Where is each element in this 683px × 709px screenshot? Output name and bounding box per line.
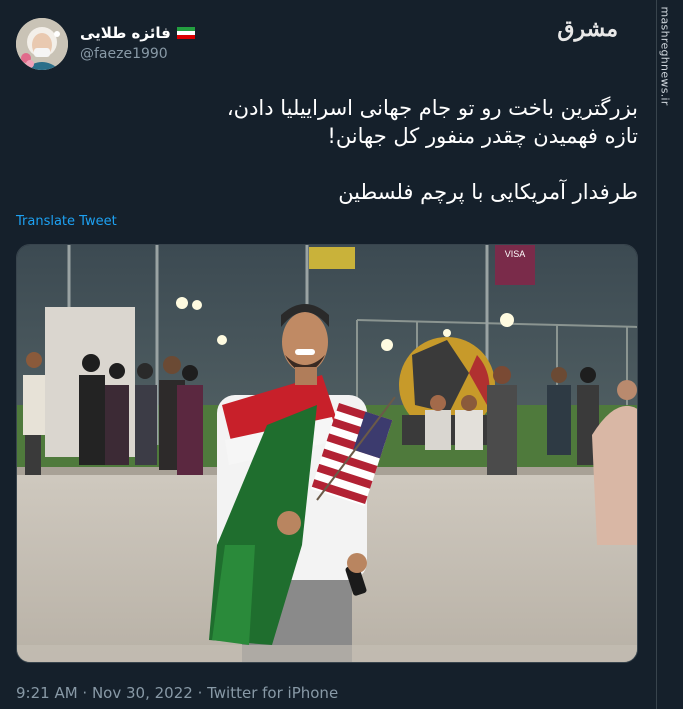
name-row[interactable]: فائزه طلایی — [80, 24, 195, 42]
iran-flag-icon — [176, 27, 195, 39]
page-edge-divider — [656, 0, 657, 709]
visa-sign: VISA — [505, 249, 526, 259]
watermark-logo: مشرق — [557, 16, 618, 42]
tweet-line: تازه فهمیدن چقدر منفور کل جهانن! — [327, 124, 638, 148]
tweet: فائزه طلایی @faeze1990 مشرق بزرگترین باخ… — [0, 0, 656, 709]
tweet-text: بزرگترین باخت رو تو جام جهانی اسراییلیا … — [16, 94, 638, 206]
photo-fan-with-flags-icon: VISA — [17, 245, 637, 662]
tweet-line: بزرگترین باخت رو تو جام جهانی اسراییلیا … — [226, 96, 638, 120]
translate-tweet-link[interactable]: Translate Tweet — [16, 214, 117, 229]
avatar[interactable] — [16, 18, 68, 70]
watermark-site: mashreghnews.ir — [658, 6, 672, 106]
tweet-meta[interactable]: 9:21 AM · Nov 30, 2022 · Twitter for iPh… — [16, 684, 338, 702]
tweet-photo[interactable]: VISA — [16, 244, 638, 663]
display-name[interactable]: فائزه طلایی — [80, 24, 171, 42]
user-handle[interactable]: @faeze1990 — [80, 46, 168, 62]
tweet-line: طرفدار آمریکایی با پرچم فلسطین — [338, 180, 638, 204]
